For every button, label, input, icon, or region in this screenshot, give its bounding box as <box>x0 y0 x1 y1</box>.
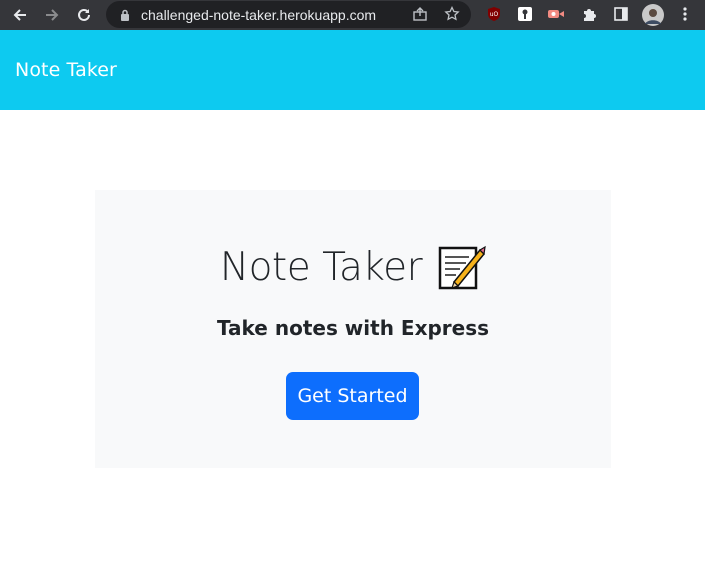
page-title: Note Taker <box>219 244 423 290</box>
bookmark-star-icon[interactable] <box>443 5 461 23</box>
memo-icon <box>436 242 486 292</box>
app-navbar: Note Taker <box>0 30 705 110</box>
forward-icon[interactable] <box>38 1 66 29</box>
url-text[interactable]: challenged-note-taker.herokuapp.com <box>141 7 376 23</box>
side-panel-icon[interactable] <box>612 5 630 23</box>
browser-toolbar: challenged-note-taker.herokuapp.com uO <box>0 0 705 30</box>
extensions-puzzle-icon[interactable] <box>580 5 598 23</box>
hero-panel: Note Taker Take notes with Express Get S… <box>95 190 611 468</box>
more-menu-icon[interactable] <box>676 5 694 23</box>
share-icon[interactable] <box>411 5 429 23</box>
lock-icon[interactable] <box>118 8 132 22</box>
screencast-extension-icon[interactable] <box>547 5 565 23</box>
ublock-extension-icon[interactable]: uO <box>485 5 503 23</box>
svg-text:uO: uO <box>490 11 499 18</box>
address-bar[interactable]: challenged-note-taker.herokuapp.com <box>106 1 471 28</box>
hero-subtitle: Take notes with Express <box>216 316 490 340</box>
bitwarden-extension-icon[interactable] <box>516 5 534 23</box>
hero-title-row: Note Taker <box>95 242 611 292</box>
back-icon[interactable] <box>6 1 34 29</box>
profile-avatar[interactable] <box>641 3 665 27</box>
navbar-brand-link[interactable]: Note Taker <box>15 59 117 81</box>
reload-icon[interactable] <box>70 1 98 29</box>
get-started-button[interactable]: Get Started <box>286 372 419 420</box>
